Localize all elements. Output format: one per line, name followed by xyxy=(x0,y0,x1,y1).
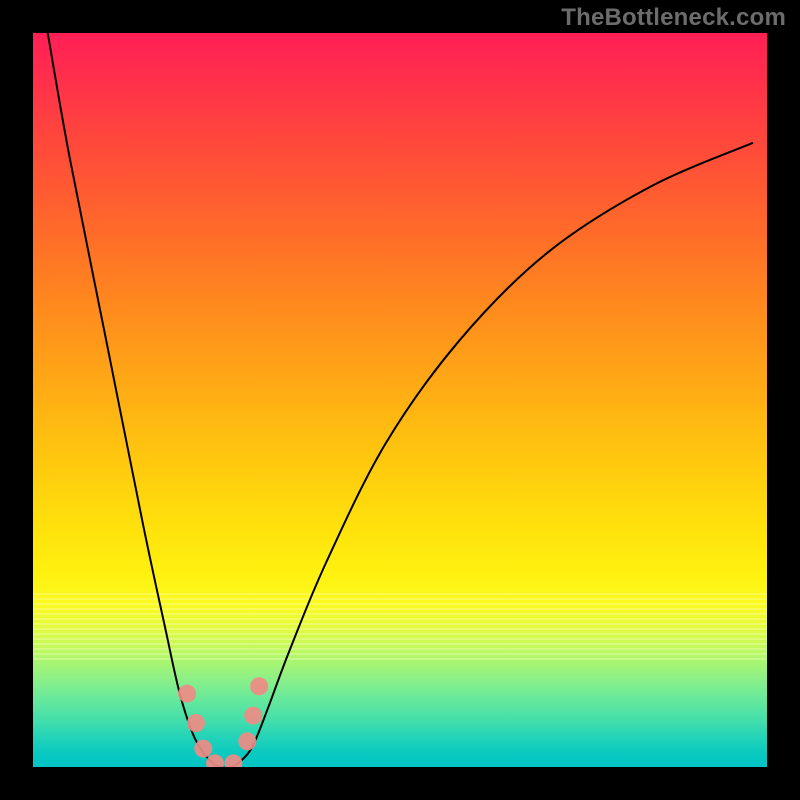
data-marker xyxy=(250,677,268,695)
data-marker xyxy=(178,685,196,703)
data-marker xyxy=(206,754,224,767)
data-marker xyxy=(224,754,242,767)
curve-svg xyxy=(33,33,767,767)
chart-frame: TheBottleneck.com xyxy=(0,0,800,800)
data-markers xyxy=(178,677,268,767)
plot-area xyxy=(33,33,767,767)
data-marker xyxy=(187,714,205,732)
data-marker xyxy=(238,732,256,750)
watermark-label: TheBottleneck.com xyxy=(561,4,786,32)
bottleneck-curve xyxy=(48,33,753,767)
data-marker xyxy=(194,740,212,758)
data-marker xyxy=(244,707,262,725)
